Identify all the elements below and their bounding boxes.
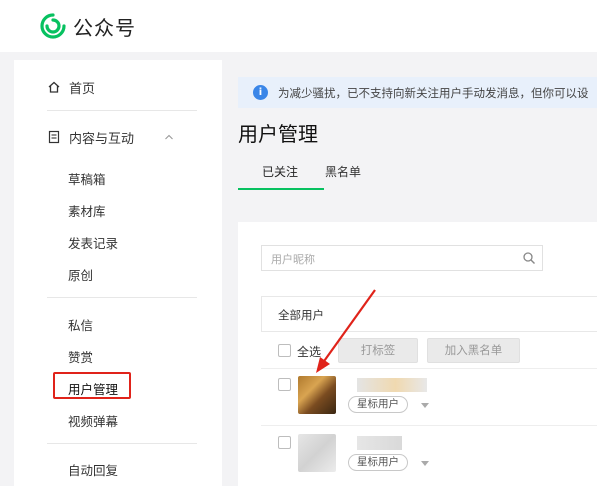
sidebar-nav: 首页 内容与互动 草稿箱 素材库 发表记录 原创 私信 赞赏 用户管理 视频弹幕… — [14, 60, 222, 486]
sidebar-item-label: 视频弹幕 — [68, 414, 119, 429]
home-icon — [48, 81, 60, 93]
divider — [47, 297, 197, 298]
row-checkbox[interactable] — [278, 436, 291, 449]
sidebar-item-label: 首页 — [69, 82, 96, 97]
sidebar-item-label: 发表记录 — [68, 236, 119, 251]
tab-following[interactable]: 已关注 — [262, 163, 298, 180]
user-group-header: 全部用户 — [261, 296, 597, 332]
add-to-blacklist-button[interactable]: 加入黑名单 — [427, 338, 520, 363]
page-title: 用户管理 — [238, 122, 318, 146]
divider — [47, 110, 197, 111]
sidebar-item-label: 原创 — [68, 268, 94, 283]
table-row: 星标用户 — [261, 430, 597, 486]
sidebar-item-label: 自动回复 — [68, 463, 119, 478]
sidebar-group-label: 内容与互动 — [69, 132, 135, 147]
tab-bar: 已关注 黑名单 — [238, 158, 597, 190]
user-group-label[interactable]: 全部用户 — [278, 307, 324, 323]
sidebar-item-label: 草稿箱 — [68, 172, 106, 187]
search-input[interactable]: 用户昵称 — [261, 245, 543, 271]
caret-down-icon[interactable] — [421, 461, 429, 466]
bulk-actions-toolbar: 全选 打标签 加入黑名单 — [261, 332, 597, 368]
row-divider — [261, 425, 597, 426]
notice-banner: i 为减少骚扰，已不支持向新关注用户手动发消息，但你可以设 — [238, 77, 597, 108]
chevron-up-icon[interactable] — [164, 132, 174, 142]
caret-down-icon[interactable] — [421, 403, 429, 408]
tab-blacklist[interactable]: 黑名单 — [325, 163, 361, 180]
table-row: 星标用户 — [261, 372, 597, 430]
user-nickname-blurred — [357, 436, 402, 450]
sidebar-item-label: 赞赏 — [68, 350, 94, 365]
avatar[interactable] — [298, 434, 336, 472]
user-list-panel: 用户昵称 全部用户 全选 打标签 加入黑名单 星标用户 星标用户 — [238, 222, 597, 486]
logo-text: 公众号 — [73, 16, 136, 40]
select-all-label: 全选 — [297, 345, 322, 359]
sidebar-item-label: 素材库 — [68, 204, 106, 219]
sidebar-item-label: 私信 — [68, 318, 94, 333]
user-tag-button[interactable]: 星标用户 — [348, 396, 408, 413]
notice-text: 为减少骚扰，已不支持向新关注用户手动发消息，但你可以设 — [278, 86, 589, 100]
main-content: i 为减少骚扰，已不支持向新关注用户手动发消息，但你可以设 用户管理 已关注 黑… — [222, 52, 597, 486]
document-icon — [48, 130, 60, 144]
row-checkbox[interactable] — [278, 378, 291, 391]
row-divider — [261, 368, 597, 369]
select-all-checkbox[interactable] — [278, 344, 291, 357]
search-icon[interactable] — [522, 251, 536, 265]
search-placeholder: 用户昵称 — [271, 253, 315, 266]
add-tag-button[interactable]: 打标签 — [338, 338, 418, 363]
divider — [47, 443, 197, 444]
user-tag-button[interactable]: 星标用户 — [348, 454, 408, 471]
active-item-highlight-box — [53, 372, 131, 399]
active-tab-indicator — [238, 188, 324, 190]
user-nickname-blurred — [357, 378, 427, 392]
avatar[interactable] — [298, 376, 336, 414]
info-icon: i — [253, 85, 268, 100]
wechat-official-account-logo-icon[interactable] — [40, 13, 66, 39]
top-bar: 公众号 — [0, 0, 597, 52]
